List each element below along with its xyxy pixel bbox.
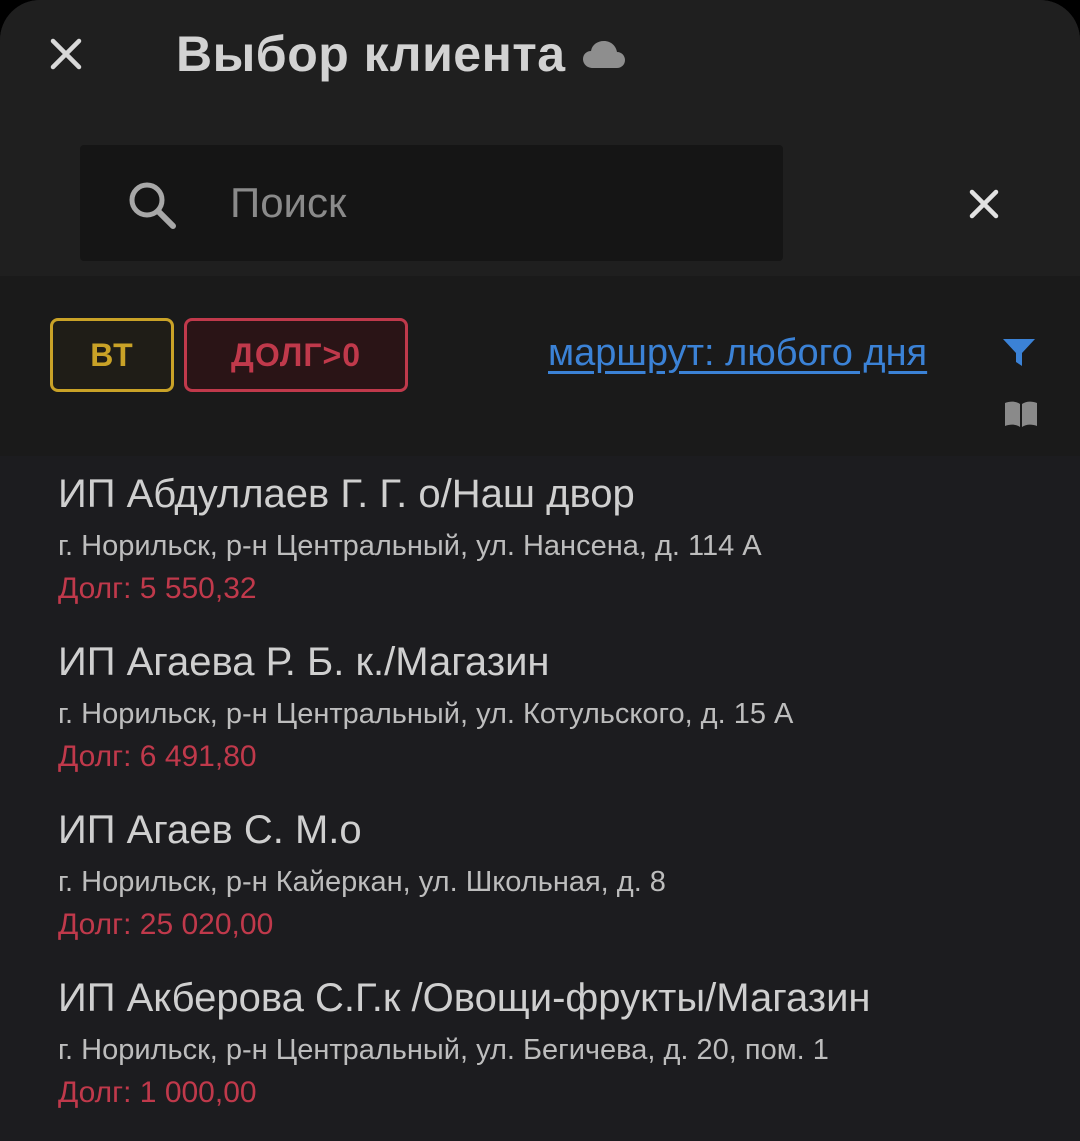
search-input[interactable]	[230, 173, 750, 233]
client-address: г. Норильск, р-н Центральный, ул. Котуль…	[58, 698, 794, 730]
filter-bar: ВТ ДОЛГ>0 маршрут: любого дня	[0, 276, 1080, 456]
title-group: Выбор клиента	[176, 22, 626, 86]
book-icon	[1005, 401, 1037, 427]
client-debt: Долг: 6 491,80	[58, 740, 257, 773]
close-button[interactable]	[38, 26, 94, 82]
page-title: Выбор клиента	[176, 26, 566, 82]
search-icon	[129, 182, 176, 229]
chip-bt[interactable]: ВТ	[50, 318, 174, 392]
chip-debt-positive[interactable]: ДОЛГ>0	[184, 318, 408, 392]
client-address: г. Норильск, р-н Кайеркан, ул. Школьная,…	[58, 866, 666, 898]
client-debt: Долг: 25 020,00	[58, 908, 274, 941]
close-icon	[969, 189, 999, 219]
client-address: г. Норильск, р-н Центральный, ул. Нансен…	[58, 530, 762, 562]
client-picker-screen: Выбор клиента ВТ ДОЛГ>0 маршрут: любого …	[0, 0, 1080, 1141]
list-item[interactable]: ИП Акберова С.Г.к /Овощи-фрукты/Магазин …	[0, 960, 1080, 1128]
client-name: ИП Абдуллаев Г. Г. о/Наш двор	[58, 472, 635, 516]
client-name: ИП Агаева Р. Б. к./Магазин	[58, 640, 550, 684]
list-item[interactable]: ИП Абдуллаев Г. Г. о/Наш двор г. Норильс…	[0, 456, 1080, 624]
close-icon	[50, 38, 82, 70]
header: Выбор клиента	[0, 0, 1080, 276]
client-address: г. Норильск, р-н Центральный, ул. Бегиче…	[58, 1034, 829, 1066]
client-debt: Долг: 1 000,00	[58, 1076, 257, 1109]
client-name: ИП Акберова С.Г.к /Овощи-фрукты/Магазин	[58, 976, 871, 1020]
client-debt: Долг: 5 550,32	[58, 572, 257, 605]
clear-search-button[interactable]	[956, 176, 1012, 232]
route-filter-link[interactable]: маршрут: любого дня	[548, 332, 927, 375]
cloud-icon	[582, 41, 625, 68]
search-box	[80, 145, 783, 261]
list-item[interactable]: ИП Агаева Р. Б. к./Магазин г. Норильск, …	[0, 624, 1080, 792]
filter-funnel-icon[interactable]	[1002, 338, 1036, 368]
list-item[interactable]: ИП Агаев С. М.о г. Норильск, р-н Кайерка…	[0, 792, 1080, 960]
client-name: ИП Агаев С. М.о	[58, 808, 362, 852]
